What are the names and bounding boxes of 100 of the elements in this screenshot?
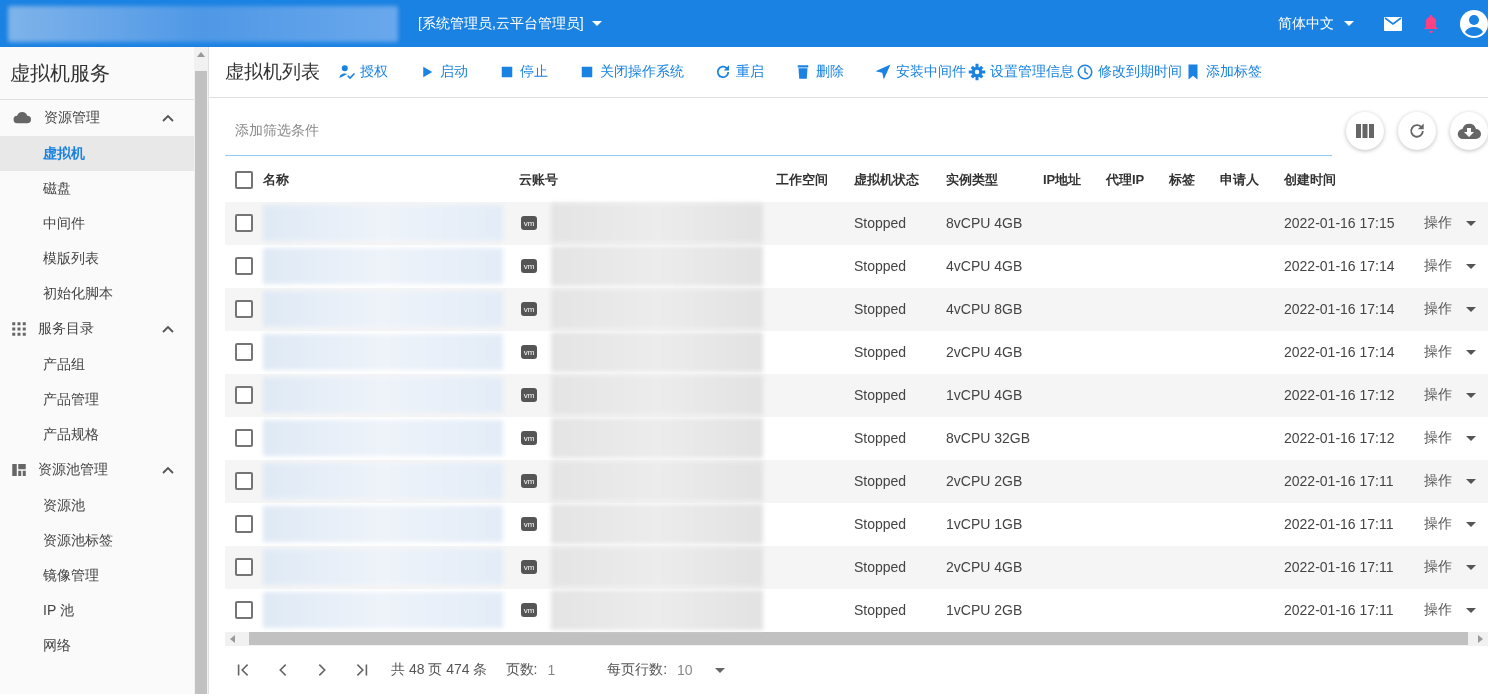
sidebar-item[interactable]: 中间件: [0, 206, 194, 241]
column-header[interactable]: 实例类型: [946, 170, 1043, 189]
table-cell-text: 2vCPU 2GB: [946, 473, 1024, 490]
table-cell-text: 2022-01-16 17:12: [1284, 387, 1396, 404]
column-header[interactable]: 名称: [263, 170, 519, 189]
columns-button[interactable]: [1346, 111, 1384, 150]
rows-per-page-label: 每页行数:: [607, 661, 668, 679]
row-checkbox[interactable]: [235, 300, 253, 319]
sidebar-group[interactable]: 服务目录: [38, 320, 152, 338]
sidebar-item[interactable]: 初始化脚本: [0, 276, 194, 311]
sidebar-item[interactable]: 产品规格: [0, 417, 194, 452]
refresh-button[interactable]: [1398, 111, 1436, 150]
scroll-right-icon[interactable]: [1478, 634, 1484, 643]
sidebar-item[interactable]: 资源池标签: [0, 523, 194, 558]
vm-badge: vm: [521, 388, 537, 403]
scroll-up-icon[interactable]: [197, 51, 205, 57]
select-all-checkbox[interactable]: [235, 170, 253, 189]
toolbar-button[interactable]: 重启: [714, 62, 764, 81]
row-checkbox[interactable]: [235, 472, 253, 491]
rows-per-page-select[interactable]: 10: [677, 662, 725, 678]
vm-badge: vm: [521, 345, 537, 360]
table-cell-text: 2022-01-16 17:14: [1284, 344, 1396, 361]
actions-dropdown[interactable]: 操作: [1424, 601, 1484, 620]
mail-icon[interactable]: [1384, 16, 1402, 31]
table-cell-text: 1vCPU 4GB: [946, 387, 1024, 404]
row-checkbox[interactable]: [235, 386, 253, 405]
column-header[interactable]: 申请人: [1220, 170, 1284, 189]
column-header[interactable]: 标签: [1169, 170, 1220, 189]
toolbar-button[interactable]: 设置管理信息: [968, 62, 1074, 81]
row-checkbox[interactable]: [235, 429, 253, 448]
row-checkbox[interactable]: [235, 257, 253, 276]
sidebar-item[interactable]: 模版列表: [0, 241, 194, 276]
toolbar-button[interactable]: 安装中间件: [874, 62, 966, 81]
columns-icon: [1355, 122, 1375, 139]
toolbar-button[interactable]: 停止: [498, 62, 548, 81]
toolbar-button[interactable]: 修改到期时间: [1076, 62, 1182, 81]
toolbar-button[interactable]: 授权: [338, 62, 388, 81]
toolbar-button[interactable]: 关闭操作系统: [578, 62, 684, 81]
row-checkbox[interactable]: [235, 515, 253, 534]
table-cell-text: 2022-01-16 17:11: [1284, 516, 1395, 533]
column-header[interactable]: 虚拟机状态: [854, 170, 946, 189]
vm-badge: vm: [521, 474, 537, 489]
table-cell-text: Stopped: [854, 215, 908, 232]
sidebar-item[interactable]: 镜像管理: [0, 558, 194, 593]
actions-dropdown[interactable]: 操作: [1424, 343, 1484, 362]
table-cell-text: 2022-01-16 17:14: [1284, 301, 1396, 318]
toolbar-button[interactable]: 启动: [418, 62, 468, 81]
chevron-up-icon[interactable]: [162, 114, 174, 122]
table-cell-text: Stopped: [854, 430, 908, 447]
column-header[interactable]: 创建时间: [1284, 170, 1424, 189]
actions-dropdown[interactable]: 操作: [1424, 558, 1484, 577]
row-checkbox[interactable]: [235, 558, 253, 577]
filter-field[interactable]: 添加筛选条件: [225, 105, 1332, 157]
actions-dropdown[interactable]: 操作: [1424, 515, 1484, 534]
column-header[interactable]: IP地址: [1043, 170, 1106, 189]
chevron-up-icon[interactable]: [162, 325, 174, 333]
scrollbar[interactable]: [194, 47, 209, 694]
row-checkbox[interactable]: [235, 601, 253, 620]
actions-dropdown[interactable]: 操作: [1424, 300, 1484, 319]
scroll-left-icon[interactable]: [229, 634, 235, 643]
sidebar-group[interactable]: 资源管理: [44, 109, 152, 127]
sidebar-item[interactable]: 资源池: [0, 488, 194, 523]
column-header[interactable]: 代理IP: [1106, 170, 1169, 189]
grid-icon: [10, 320, 28, 338]
table-cell-text: 2vCPU 4GB: [946, 559, 1024, 576]
column-header[interactable]: 云账号: [519, 170, 776, 189]
vm-badge: vm: [521, 603, 537, 618]
table-cell-text: 4vCPU 8GB: [946, 301, 1024, 318]
chevron-up-icon[interactable]: [162, 466, 174, 474]
user-menu[interactable]: [系统管理员,云平台管理员]: [418, 14, 602, 33]
toolbar-button[interactable]: 添加标签: [1184, 62, 1262, 81]
actions-dropdown[interactable]: 操作: [1424, 257, 1484, 276]
table-cell-text: 8vCPU 32GB: [946, 430, 1032, 447]
actions-dropdown[interactable]: 操作: [1424, 386, 1484, 405]
dashboard-icon: [10, 461, 28, 479]
download-button[interactable]: [1450, 111, 1488, 150]
page-number: 1: [547, 662, 556, 678]
table-cell-text: 1vCPU 1GB: [946, 516, 1024, 533]
toolbar-button[interactable]: 删除: [794, 62, 844, 81]
sidebar-item[interactable]: 网络: [0, 628, 194, 663]
table-cell-text: 2022-01-16 17:12: [1284, 430, 1396, 447]
actions-dropdown[interactable]: 操作: [1424, 214, 1484, 233]
sidebar-item[interactable]: IP 池: [0, 593, 194, 628]
sidebar-item[interactable]: 磁盘: [0, 171, 194, 206]
sidebar-group[interactable]: 资源池管理: [38, 461, 152, 479]
horizontal-scrollbar[interactable]: [225, 631, 1488, 646]
table-cell-text: Stopped: [854, 602, 908, 619]
sidebar-item[interactable]: 产品管理: [0, 382, 194, 417]
vm-badge: vm: [521, 517, 537, 532]
avatar-icon[interactable]: [1460, 9, 1488, 38]
page-label: 页数:: [505, 661, 538, 679]
actions-dropdown[interactable]: 操作: [1424, 429, 1484, 448]
sidebar-item[interactable]: 产品组: [0, 347, 194, 382]
language-select[interactable]: 简体中文: [1278, 14, 1354, 33]
table-cell-text: Stopped: [854, 301, 908, 318]
actions-dropdown[interactable]: 操作: [1424, 472, 1484, 491]
column-header[interactable]: 工作空间: [776, 170, 854, 189]
row-checkbox[interactable]: [235, 343, 253, 362]
authorize-icon: [338, 62, 356, 81]
row-checkbox[interactable]: [235, 214, 253, 233]
